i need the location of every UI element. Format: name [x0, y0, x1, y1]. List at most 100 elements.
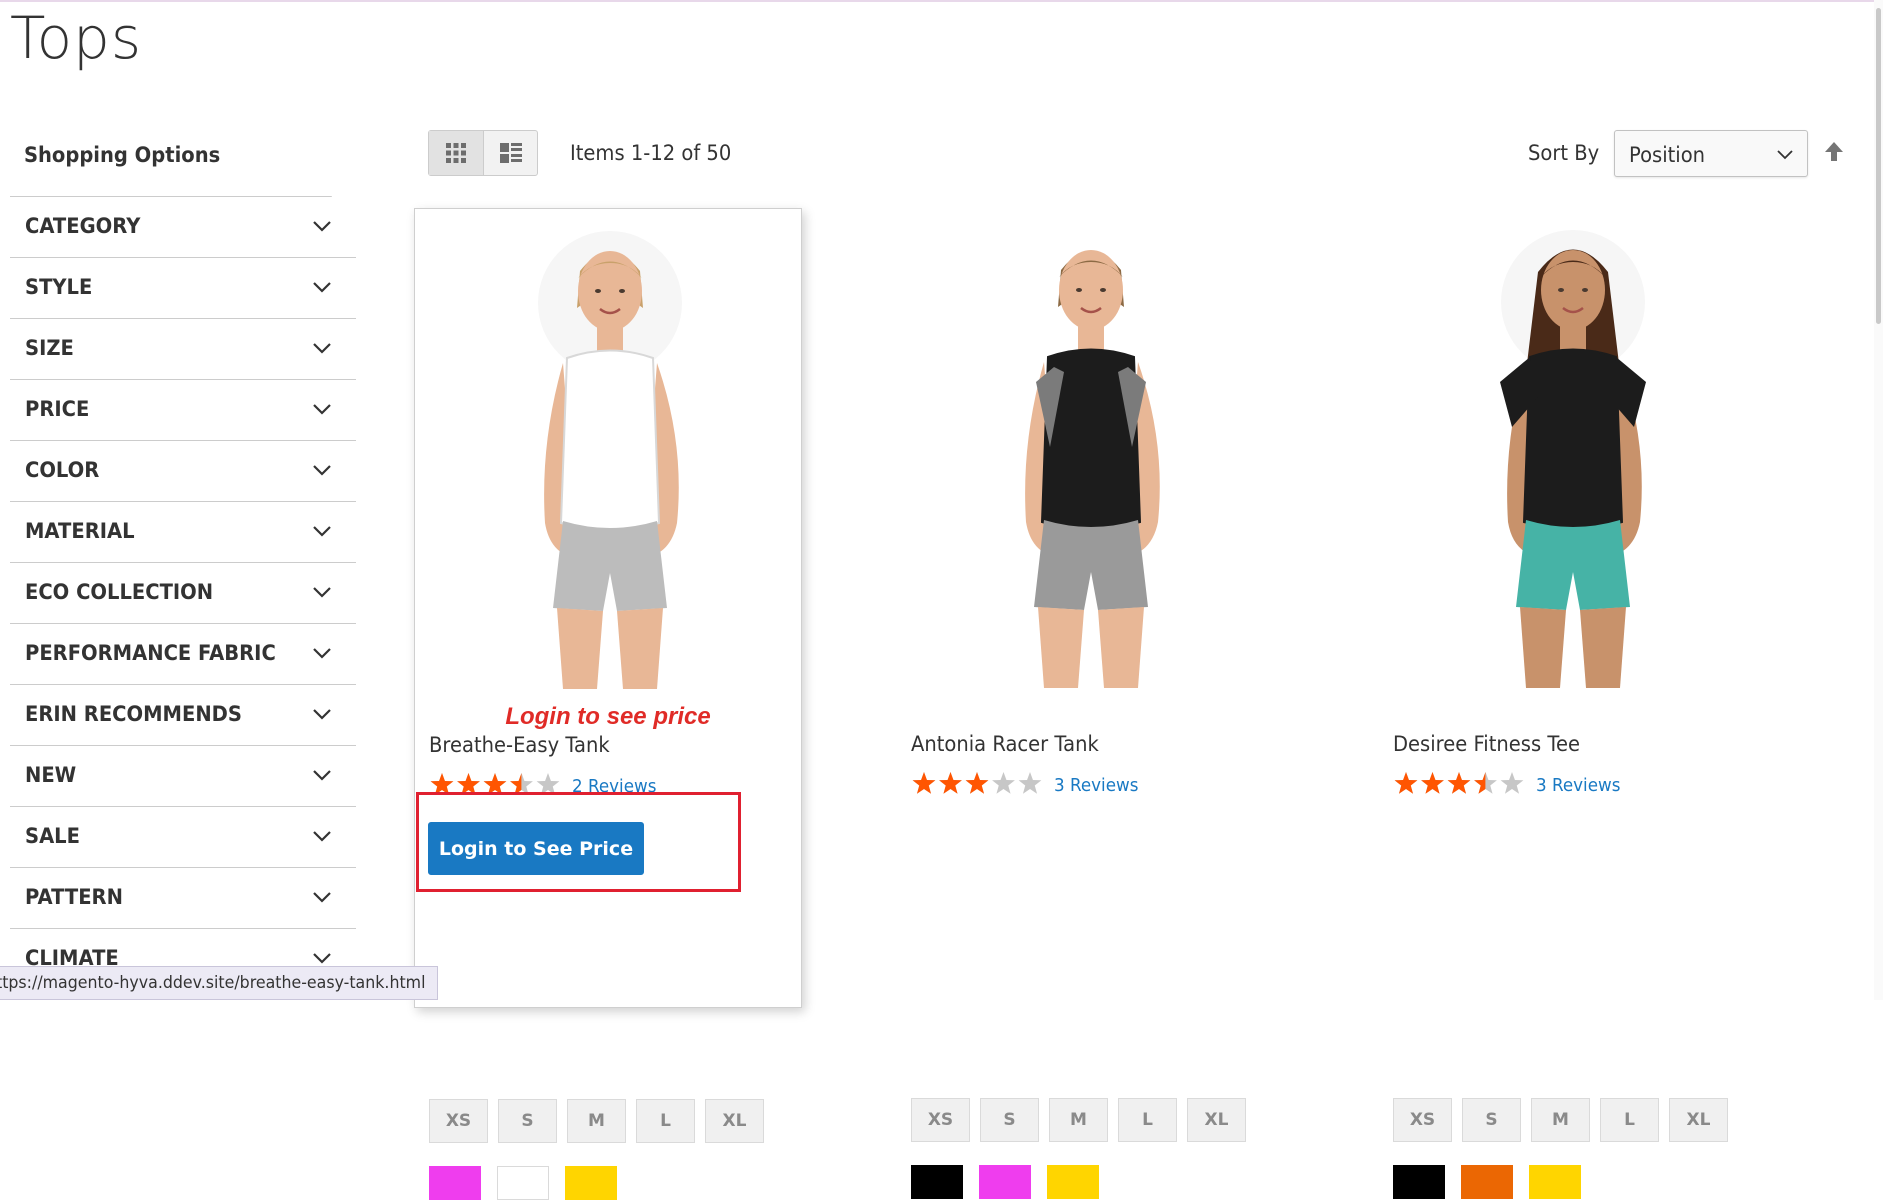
size-option[interactable]: M [1049, 1098, 1108, 1142]
filter-label: PATTERN [25, 885, 123, 909]
product-photo[interactable] [445, 223, 775, 689]
reviews-link[interactable]: 3 Reviews [1536, 775, 1620, 796]
color-swatch[interactable] [429, 1166, 481, 1200]
product-card[interactable]: Login to see price Breathe-Easy Tank 2 Rev… [414, 208, 802, 1200]
filter-label: COLOR [25, 458, 100, 482]
sort-by-select[interactable]: Position [1614, 130, 1808, 177]
color-swatch[interactable] [911, 1165, 963, 1199]
chevron-down-icon [310, 885, 334, 909]
color-swatch[interactable] [565, 1166, 617, 1200]
filter-material[interactable]: MATERIAL [10, 502, 356, 563]
size-swatches: XS S M L XL [911, 1098, 1251, 1144]
rating-stars [1393, 771, 1525, 797]
filter-performance-fabric[interactable]: PERFORMANCE FABRIC [10, 624, 356, 685]
scrollbar-thumb[interactable] [1876, 8, 1881, 324]
chevron-down-icon [310, 397, 334, 421]
star-icon [1500, 772, 1524, 794]
filter-label: ERIN RECOMMENDS [25, 702, 242, 726]
view-mode-switch [428, 130, 538, 176]
browser-status-bar: ttps://magento-hyva.ddev.site/breathe-ea… [0, 966, 438, 1000]
filter-style[interactable]: STYLE [10, 258, 356, 319]
toolbar-amount: Items 1-12 of 50 [570, 141, 732, 165]
color-swatch[interactable] [497, 1166, 549, 1200]
chevron-down-icon [1777, 150, 1793, 160]
chevron-down-icon [310, 824, 334, 848]
color-swatches [429, 1166, 669, 1202]
reviews-link[interactable]: 3 Reviews [1054, 775, 1138, 796]
sort-ascending-arrow-icon[interactable] [1822, 139, 1846, 167]
color-swatch[interactable] [1393, 1165, 1445, 1199]
color-swatch[interactable] [1461, 1165, 1513, 1199]
filter-price[interactable]: PRICE [10, 380, 356, 441]
chevron-down-icon [310, 763, 334, 787]
page-title: Tops [10, 4, 143, 72]
color-swatches [911, 1165, 1151, 1201]
size-option[interactable]: XL [1669, 1098, 1728, 1142]
filter-label: PERFORMANCE FABRIC [25, 641, 276, 665]
rating-stars [429, 772, 561, 798]
filter-label: MATERIAL [25, 519, 135, 543]
chevron-down-icon [310, 458, 334, 482]
filter-label: SIZE [25, 336, 74, 360]
size-swatches: XS S M L XL [1393, 1098, 1733, 1144]
filter-label: NEW [25, 763, 77, 787]
product-photo-svg [1025, 250, 1160, 688]
size-swatches: XS S M L XL [429, 1099, 769, 1145]
product-name-link[interactable]: Antonia Racer Tank [911, 732, 1099, 756]
size-option[interactable]: XL [1187, 1098, 1246, 1142]
color-swatches [1393, 1165, 1633, 1201]
color-swatch[interactable] [979, 1165, 1031, 1199]
size-option[interactable]: M [1531, 1098, 1590, 1142]
product-name-link[interactable]: Breathe-Easy Tank [429, 733, 610, 757]
product-photo-svg [1500, 230, 1646, 688]
size-option[interactable]: XS [429, 1099, 488, 1143]
filter-sale[interactable]: SALE [10, 807, 356, 868]
size-option[interactable]: L [1118, 1098, 1177, 1142]
size-option[interactable]: XL [705, 1099, 764, 1143]
reviews-link[interactable]: 2 Reviews [572, 776, 656, 797]
filter-category[interactable]: CATEGORY [10, 197, 356, 258]
filter-new[interactable]: NEW [10, 746, 356, 807]
grid-icon [446, 143, 466, 163]
size-option[interactable]: XS [911, 1098, 970, 1142]
chevron-down-icon [310, 275, 334, 299]
grid-view-button[interactable] [429, 131, 484, 175]
filter-eco-collection[interactable]: ECO COLLECTION [10, 563, 356, 624]
size-option[interactable]: S [498, 1099, 557, 1143]
sort-by-value: Position [1629, 143, 1706, 167]
product-photo[interactable] [926, 222, 1256, 688]
login-to-see-price-button[interactable]: Login to See Price [428, 822, 644, 875]
size-option[interactable]: XS [1393, 1098, 1452, 1142]
color-swatch[interactable] [1047, 1165, 1099, 1199]
login-to-see-price-note: Login to see price [505, 703, 711, 730]
product-rating: 3 Reviews [911, 771, 1211, 797]
chevron-down-icon [310, 641, 334, 665]
product-rating: 2 Reviews [429, 772, 729, 798]
rating-stars [911, 771, 1043, 797]
status-bar-url: ttps://magento-hyva.ddev.site/breathe-ea… [0, 973, 426, 993]
chevron-down-icon [310, 214, 334, 238]
product-card[interactable]: Antonia Racer Tank 3 Reviews XS S M L XL [896, 208, 1284, 1199]
list-view-button[interactable] [484, 131, 538, 175]
product-name-link[interactable]: Desiree Fitness Tee [1393, 732, 1580, 756]
filter-size[interactable]: SIZE [10, 319, 356, 380]
filter-label: PRICE [25, 397, 90, 421]
size-option[interactable]: L [1600, 1098, 1659, 1142]
filter-label: CATEGORY [25, 214, 141, 238]
product-card[interactable]: Desiree Fitness Tee 3 Reviews XS S M L XL [1378, 208, 1766, 1199]
size-option[interactable]: S [980, 1098, 1039, 1142]
filter-pattern[interactable]: PATTERN [10, 868, 356, 929]
filter-erin-recommends[interactable]: ERIN RECOMMENDS [10, 685, 356, 746]
sort-by-label: Sort By [1528, 141, 1600, 165]
size-option[interactable]: L [636, 1099, 695, 1143]
star-icon [1018, 772, 1042, 794]
size-option[interactable]: M [567, 1099, 626, 1143]
filter-color[interactable]: COLOR [10, 441, 356, 502]
size-option[interactable]: S [1462, 1098, 1521, 1142]
star-icon [992, 772, 1015, 794]
product-photo-svg [538, 231, 682, 689]
color-swatch[interactable] [1529, 1165, 1581, 1199]
star-icon [536, 773, 560, 795]
filter-label: SALE [25, 824, 80, 848]
product-photo[interactable] [1408, 222, 1738, 688]
